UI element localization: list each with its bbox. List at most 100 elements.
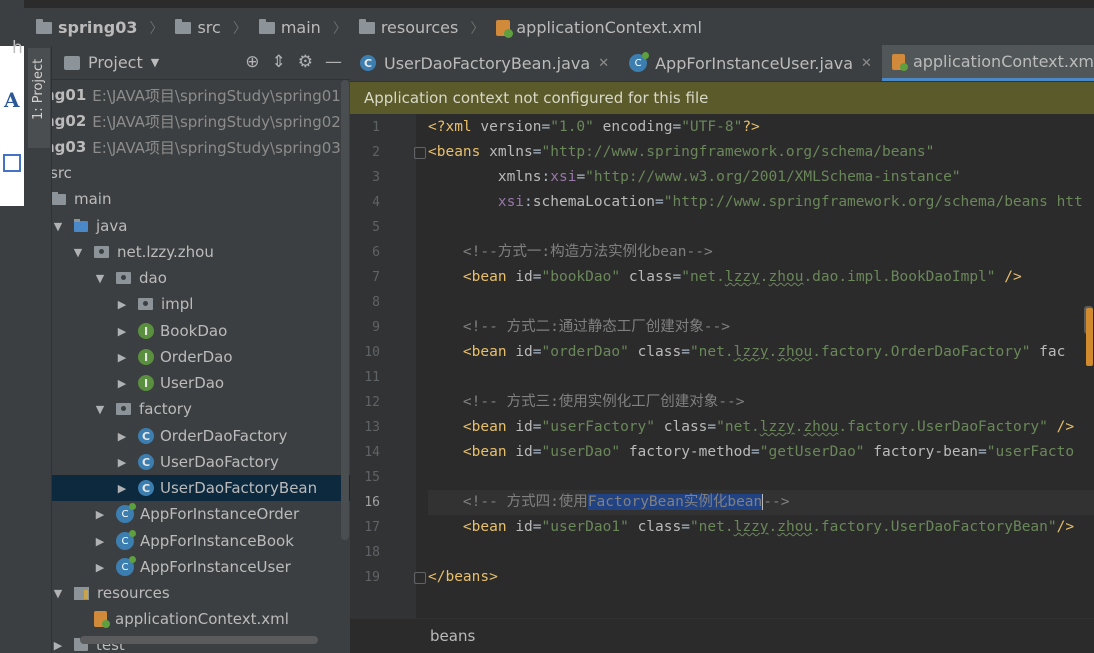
comment: <!-- 方式二:通过静态工厂创建对象--> <box>462 319 730 335</box>
tree-package-dao[interactable]: ▼ dao <box>94 265 350 291</box>
breadcrumb-main[interactable]: main <box>281 18 321 37</box>
editor-tab-bar: C UserDaoFactoryBean.java ✕ C AppForInst… <box>350 45 1094 82</box>
expand-arrow-icon[interactable]: ▶ <box>94 508 106 521</box>
gear-icon[interactable]: ⚙ <box>298 52 313 72</box>
tag: <bean <box>462 269 516 285</box>
xml-declaration: <?xml <box>428 119 481 135</box>
project-horizontal-scrollbar[interactable] <box>80 636 318 644</box>
expand-arrow-icon[interactable]: ▶ <box>52 639 64 652</box>
tab-applicationcontext[interactable]: applicationContext.xml ✕ <box>881 45 1094 81</box>
close-icon[interactable]: ✕ <box>861 56 872 71</box>
expand-arrow-icon[interactable]: ▶ <box>94 535 106 548</box>
spelling-word: lzzy <box>733 519 769 535</box>
code-line-10: <bean id="orderDao" class="net.lzzy.zhou… <box>462 344 1066 360</box>
fold-toggle-icon[interactable] <box>414 147 426 159</box>
tag-end: /> <box>1056 519 1075 535</box>
breadcrumb-project[interactable]: spring03 <box>58 18 137 37</box>
chevron-right-icon: 〉 <box>470 20 485 37</box>
code-line-17: <bean id="userDao1" class="net.lzzy.zhou… <box>462 519 1075 535</box>
spelling-word: zhou <box>768 269 804 285</box>
spelling-word: lzzy <box>733 344 769 360</box>
editor-error-stripe[interactable] <box>1086 308 1093 366</box>
tree-class-appforinstancebook[interactable]: ▶ C AppForInstanceBook <box>94 528 350 554</box>
expand-arrow-icon[interactable]: ▶ <box>116 325 128 338</box>
expand-arrow-icon[interactable]: ▶ <box>116 482 128 495</box>
expand-arrow-icon[interactable]: ▼ <box>52 587 64 600</box>
expand-arrow-icon[interactable]: ▼ <box>94 403 106 416</box>
line-number: 17 <box>364 520 380 535</box>
tree-package-impl[interactable]: ▶ impl <box>116 291 350 317</box>
resources-folder-icon <box>74 586 89 600</box>
top-edge <box>0 0 1094 8</box>
attribute-value: "userDao1" <box>541 519 629 535</box>
close-icon[interactable]: ✕ <box>598 56 609 71</box>
tree-module-spring01[interactable]: ng01 E:\JAVA项目\springStudy\spring01 <box>52 82 342 108</box>
expand-arrow-icon[interactable]: ▶ <box>116 430 128 443</box>
attribute: class <box>663 419 708 435</box>
expand-arrow-icon[interactable]: ▶ <box>116 456 128 469</box>
code-line-1: <?xml version="1.0" encoding="UTF-8"?> <box>428 119 760 135</box>
tag-end: /> <box>995 269 1022 285</box>
attribute-value: "userDao" <box>541 444 621 460</box>
class-value: "net. <box>681 269 725 285</box>
tree-class-userdaofactorybean[interactable]: ▶ C UserDaoFactoryBean <box>52 475 350 501</box>
class-value: "net. <box>689 344 734 360</box>
tab-userdaofactorybean[interactable]: C UserDaoFactoryBean.java ✕ <box>350 45 619 81</box>
attribute-value: "http://www.springframework.org/schema/b… <box>541 144 935 160</box>
fold-toggle-icon[interactable] <box>414 572 426 584</box>
project-vertical-scrollbar[interactable] <box>341 80 349 540</box>
tree-folder-java[interactable]: ▼ java <box>52 213 350 239</box>
breadcrumb-resources[interactable]: resources <box>381 18 459 37</box>
project-view-selector[interactable]: Project ▼ <box>64 53 159 72</box>
tree-class-appforinstanceuser[interactable]: ▶ C AppForInstanceUser <box>94 554 350 580</box>
attribute-value: "UTF-8" <box>681 119 743 135</box>
expand-arrow-icon[interactable]: ▼ <box>94 272 106 285</box>
tree-file-applicationcontext[interactable]: applicationContext.xml <box>94 606 350 632</box>
tree-interface-bookdao[interactable]: ▶ I BookDao <box>116 318 350 344</box>
attribute: class <box>637 344 682 360</box>
tree-row-path: E:\JAVA项目\springStudy\spring03 <box>92 138 341 157</box>
tree-folder-src[interactable]: src <box>52 160 348 186</box>
expand-arrow-icon[interactable]: ▼ <box>72 246 84 259</box>
interface-icon: I <box>138 323 154 339</box>
expand-arrow-icon[interactable]: ▶ <box>116 298 128 311</box>
tree-folder-main[interactable]: main <box>52 186 350 212</box>
code-line-9: <!-- 方式二:通过静态工厂创建对象--> <box>428 315 730 340</box>
line-number: 13 <box>364 420 380 435</box>
code-editor[interactable]: <?xml version="1.0" encoding="UTF-8"?> <… <box>428 114 1094 618</box>
minimize-icon[interactable]: — <box>325 52 342 72</box>
collapse-all-icon[interactable]: ⇕ <box>272 52 286 72</box>
code-line-3: xmlns:xsi="http://www.w3.org/2001/XMLSch… <box>497 169 961 185</box>
class-value: .factory.UserDaoFactoryBean" <box>812 519 1057 535</box>
line-number: 12 <box>364 395 380 410</box>
tree-class-appforinstanceorder[interactable]: ▶ C AppForInstanceOrder <box>94 501 350 527</box>
tree-row-label: dao <box>139 269 167 287</box>
tree-folder-resources[interactable]: ▼ resources <box>52 580 350 606</box>
line-number: 1 <box>372 120 380 135</box>
attribute: xmlns <box>497 169 542 185</box>
expand-arrow-icon[interactable]: ▶ <box>116 377 128 390</box>
attribute: id <box>515 269 533 285</box>
tag: <bean <box>462 344 516 360</box>
tree-package-net-lzzy-zhou[interactable]: ▼ net.lzzy.zhou <box>72 239 350 265</box>
expand-arrow-icon[interactable]: ▼ <box>52 220 64 233</box>
tree-interface-userdao[interactable]: ▶ I UserDao <box>116 370 350 396</box>
breadcrumb-src[interactable]: src <box>197 18 220 37</box>
tree-class-userdaofactory[interactable]: ▶ C UserDaoFactory <box>116 449 350 475</box>
tree-class-orderdaofactory[interactable]: ▶ C OrderDaoFactory <box>116 423 350 449</box>
tree-row-label: AppForInstanceOrder <box>140 505 300 523</box>
tree-package-factory[interactable]: ▼ factory <box>94 396 350 422</box>
runnable-class-icon: C <box>116 530 136 550</box>
breadcrumb-file[interactable]: applicationContext.xml <box>516 18 702 37</box>
code-line-4: xsi:schemaLocation="http://www.springfra… <box>497 194 1083 210</box>
tree-interface-orderdao[interactable]: ▶ I OrderDao <box>116 344 350 370</box>
project-tool-button[interactable]: 1: Project <box>28 48 50 148</box>
tree-module-spring02[interactable]: ng02 E:\JAVA项目\springStudy\spring02 <box>52 108 342 134</box>
tree-module-spring03[interactable]: ng03 E:\JAVA项目\springStudy\spring03 <box>52 134 342 160</box>
tab-appforinstanceuser[interactable]: C AppForInstanceUser.java ✕ <box>619 45 882 81</box>
attribute: id <box>515 444 533 460</box>
editor-breadcrumb-beans[interactable]: beans <box>430 627 475 645</box>
expand-arrow-icon[interactable]: ▶ <box>116 351 128 364</box>
locate-icon[interactable]: ⊕ <box>245 52 259 72</box>
expand-arrow-icon[interactable]: ▶ <box>94 561 106 574</box>
